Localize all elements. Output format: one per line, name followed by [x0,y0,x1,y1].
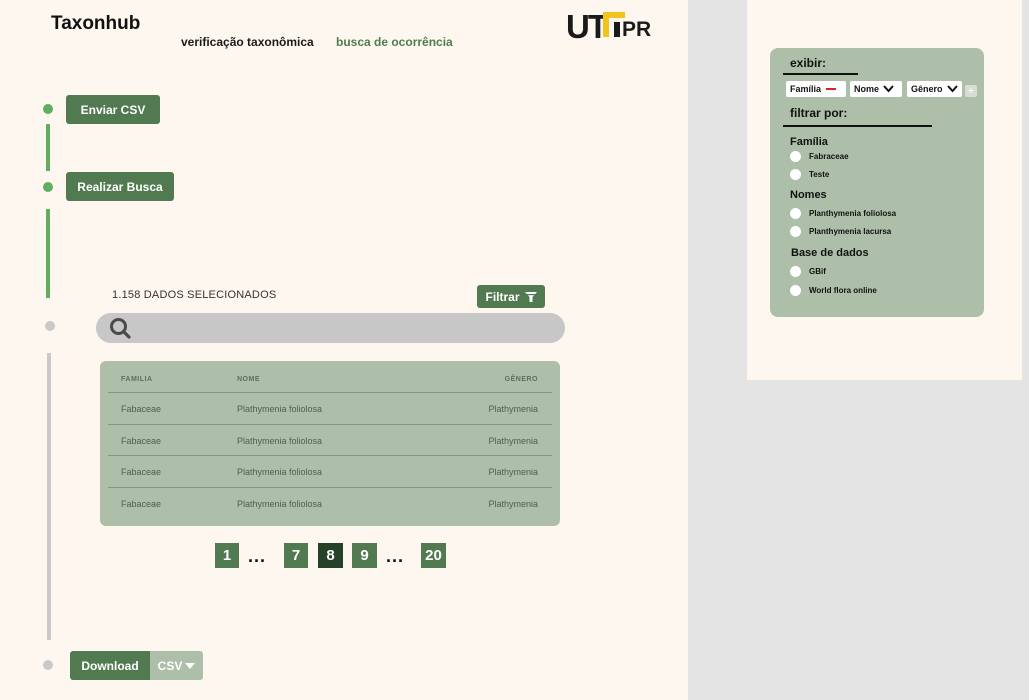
filter-button-label: Filtrar [485,289,520,304]
table-row[interactable]: Fabaceae Plathymenia foliolosa Plathymen… [108,455,552,486]
filter-heading: filtrar por: [790,106,848,120]
option-planthymenia-foliolosa[interactable]: Planthymenia foliolosa [790,208,896,219]
page-button-1[interactable]: 1 [215,543,239,568]
step-line [46,124,50,171]
results-table: FAMILIA NOME GÊNERO Fabaceae Plathymenia… [100,361,560,526]
option-label: Teste [809,170,830,179]
option-planthymenia-lacursa[interactable]: Planthymenia lacursa [790,226,891,237]
remove-icon[interactable] [825,87,837,91]
send-csv-button[interactable]: Enviar CSV [66,95,160,124]
table-header: FAMILIA NOME GÊNERO [100,361,560,393]
group-title-nomes: Nomes [790,189,827,201]
format-select[interactable]: CSV [150,651,203,680]
cell-genero: Plathymenia [488,499,538,509]
option-world-flora-online[interactable]: World flora online [790,285,877,296]
radio-button[interactable] [790,226,801,237]
main-panel: Taxonhub verificação taxonômica busca de… [0,0,688,700]
chip-familia[interactable]: Família [786,81,846,97]
radio-button[interactable] [790,208,801,219]
search-bar[interactable] [96,313,565,343]
chevron-down-icon [883,85,894,93]
table-row[interactable]: Fabaceae Plathymenia foliolosa Plathymen… [108,487,552,518]
page-button-9[interactable]: 9 [352,543,377,568]
cell-genero: Plathymenia [488,467,538,477]
page-button-20[interactable]: 20 [421,543,446,568]
option-label: Planthymenia lacursa [809,227,892,236]
column-header-familia: FAMILIA [121,376,153,383]
cell-familia: Fabaceae [121,499,162,509]
filter-icon [524,291,537,302]
option-fabraceae[interactable]: Fabraceae [790,151,849,162]
cell-nome: Plathymenia foliolosa [237,404,323,414]
filter-underline [783,125,932,127]
pagination-ellipsis: ... [248,546,267,566]
column-header-nome: NOME [237,376,260,383]
option-gbif[interactable]: GBif [790,266,826,277]
step-dot-download [43,660,53,670]
option-label: Planthymenia foliolosa [809,209,897,218]
group-title-familia: Família [790,136,828,148]
page-button-7[interactable]: 7 [284,543,308,568]
cell-nome: Plathymenia foliolosa [237,467,323,477]
search-icon [110,318,131,339]
table-row[interactable]: Fabaceae Plathymenia foliolosa Plathymen… [108,424,552,455]
filter-button[interactable]: Filtrar [477,285,545,308]
step-line [46,209,50,298]
chip-nome[interactable]: Nome [850,81,902,97]
table-row[interactable]: Fabaceae Plathymenia foliolosa Plathymen… [108,392,552,423]
radio-button[interactable] [790,285,801,296]
chip-genero[interactable]: Gênero [907,81,962,97]
display-underline [783,73,858,75]
cell-familia: Fabaceae [121,436,162,446]
caret-down-icon [185,662,196,669]
selected-count: 1.158 DADOS SELECIONADOS [112,289,277,301]
pagination-ellipsis: ... [386,546,405,566]
step-dot-results [45,321,55,331]
cell-genero: Plathymenia [488,436,538,446]
page-button-8-current[interactable]: 8 [318,543,343,568]
option-label: GBif [809,267,826,276]
search-input[interactable] [138,313,548,343]
cell-nome: Plathymenia foliolosa [237,436,323,446]
option-label: Fabraceae [809,152,849,161]
chip-genero-label: Gênero [911,84,943,94]
column-header-genero: GÊNERO [504,376,538,383]
cell-familia: Fabaceae [121,404,162,414]
step-dot-search [43,182,53,192]
step-dot-send-csv [43,104,53,114]
format-select-value: CSV [157,658,183,673]
add-chip-button[interactable]: + [965,85,977,97]
chevron-down-icon [946,85,958,93]
group-title-base-de-dados: Base de dados [791,247,869,259]
radio-button[interactable] [790,169,801,180]
nav-busca-ocorrencia[interactable]: busca de ocorrência [336,35,453,49]
radio-button[interactable] [790,266,801,277]
chip-nome-label: Nome [854,84,880,94]
app-title: Taxonhub [51,13,141,34]
chip-familia-label: Família [790,84,822,94]
cell-familia: Fabaceae [121,467,162,477]
cell-genero: Plathymenia [488,404,538,414]
step-line [47,353,51,640]
nav-verificacao-taxonomica[interactable]: verificação taxonômica [181,35,314,49]
option-label: World flora online [809,286,877,295]
option-teste[interactable]: Teste [790,169,829,180]
download-button[interactable]: Download [70,651,150,680]
display-heading: exibir: [790,56,827,70]
radio-button[interactable] [790,151,801,162]
cell-nome: Plathymenia foliolosa [237,499,323,509]
search-button[interactable]: Realizar Busca [66,172,174,201]
utfpr-logo: UT PR [566,8,652,45]
